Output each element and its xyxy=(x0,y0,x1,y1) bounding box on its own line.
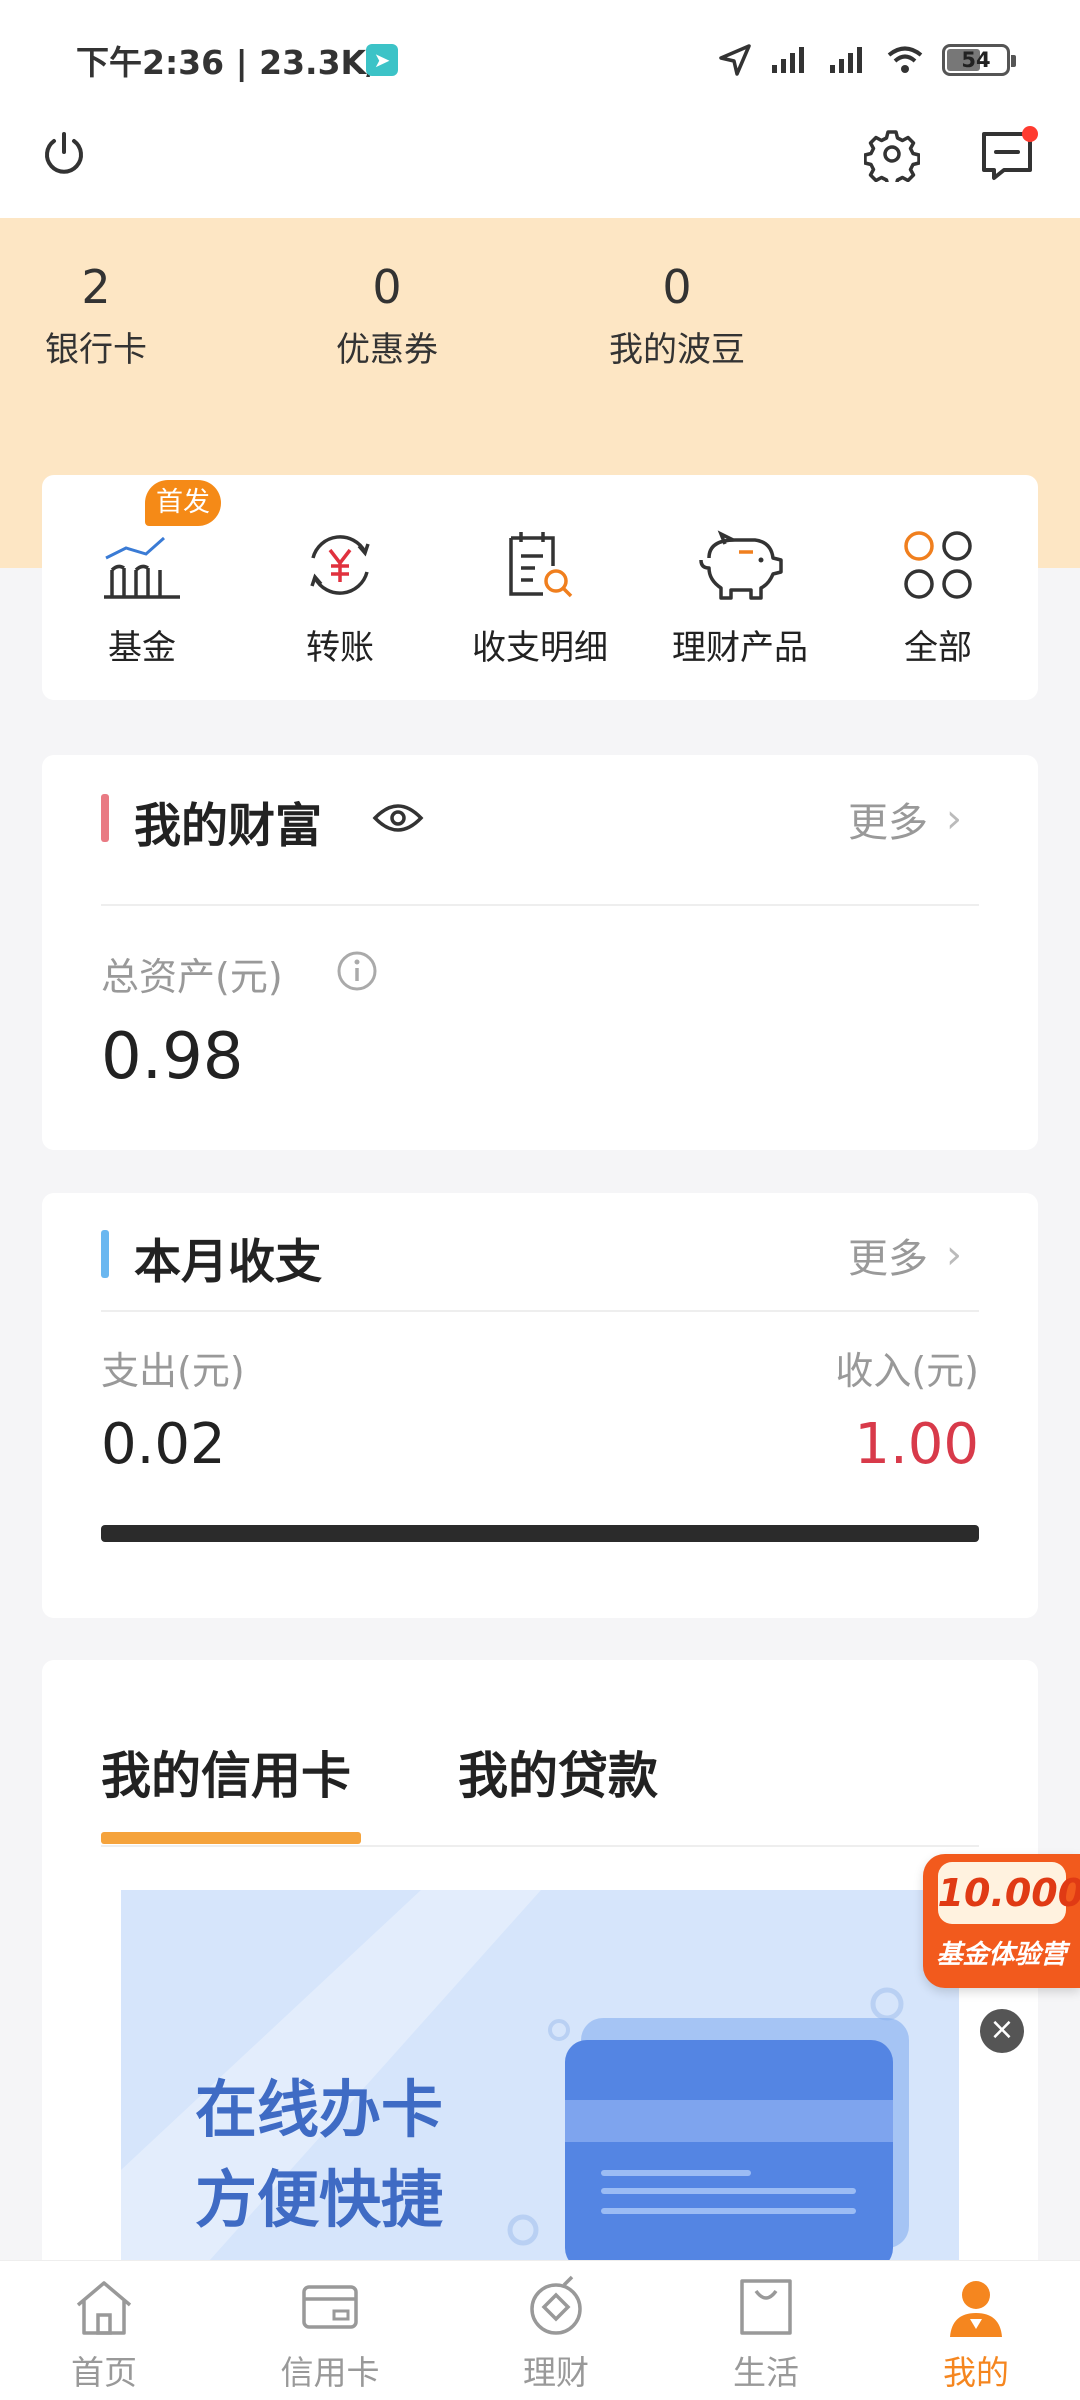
promo-amount: 10.000 xyxy=(937,1862,1080,1924)
quick-wealth-products[interactable]: 理财产品 xyxy=(650,520,830,669)
signal-icon-2 xyxy=(830,47,862,73)
stat-value: 0 xyxy=(372,260,402,314)
income-label: 收入(元) xyxy=(835,1349,979,1393)
stat-label: 我的波豆 xyxy=(609,330,745,370)
stat-coupons[interactable]: 0 优惠券 xyxy=(302,260,472,371)
divider xyxy=(101,1310,979,1312)
transfer-yuan-icon xyxy=(310,535,370,595)
nav-mine[interactable]: 我的 xyxy=(886,2272,1066,2394)
expense-value: 0.02 xyxy=(101,1412,226,1477)
fund-camp-promo[interactable]: 10.000 基金体验营 xyxy=(923,1854,1080,1988)
nav-label: 信用卡 xyxy=(280,2353,380,2392)
quick-label: 转账 xyxy=(306,628,374,668)
gear-icon[interactable] xyxy=(864,126,920,182)
nav-label: 首页 xyxy=(71,2353,137,2392)
quick-label: 全部 xyxy=(904,628,972,668)
shopping-bag-icon xyxy=(740,2279,792,2335)
nav-wealth[interactable]: 理财 xyxy=(466,2272,646,2394)
info-icon[interactable] xyxy=(336,950,378,992)
quick-label: 理财产品 xyxy=(672,628,808,668)
quick-transfer[interactable]: 转账 xyxy=(250,520,430,669)
signal-icon xyxy=(772,47,804,73)
nav-life[interactable]: 生活 xyxy=(676,2272,856,2394)
battery-level: 54 xyxy=(961,48,991,72)
banner-line-1: 在线办卡 xyxy=(195,2073,444,2146)
more-label: 更多 xyxy=(848,1236,928,1282)
nav-label: 我的 xyxy=(943,2353,1009,2392)
profile-icon xyxy=(950,2281,1002,2337)
quick-statement[interactable]: 收支明细 xyxy=(450,520,630,669)
total-assets-label: 总资产(元) xyxy=(101,955,283,999)
stat-value: 2 xyxy=(81,260,111,314)
quick-all[interactable]: 全部 xyxy=(848,520,1028,669)
income-value: 1.00 xyxy=(854,1412,979,1477)
location-arrow-icon xyxy=(719,44,751,76)
quick-label: 基金 xyxy=(108,628,176,668)
monthly-title: 本月收支 xyxy=(134,1235,322,1290)
expense-label: 支出(元) xyxy=(101,1349,245,1393)
promo-label: 基金体验营 xyxy=(936,1940,1067,1970)
income-expense-bar xyxy=(101,1525,979,1542)
banner-line-2: 方便快捷 xyxy=(195,2163,444,2236)
battery-icon: 54 xyxy=(942,44,1016,76)
close-promo-icon[interactable]: × xyxy=(980,2009,1024,2053)
active-tab-indicator xyxy=(101,1832,361,1844)
section-accent-bar xyxy=(101,1230,109,1278)
quick-fund[interactable]: 基金 xyxy=(52,520,232,669)
quick-label: 收支明细 xyxy=(472,628,608,668)
nav-home[interactable]: 首页 xyxy=(14,2272,194,2394)
stat-label: 优惠券 xyxy=(336,330,438,370)
piggy-bank-icon xyxy=(699,530,783,600)
chevron-right-icon: › xyxy=(946,1232,962,1278)
power-icon[interactable] xyxy=(36,126,92,182)
fund-chart-icon xyxy=(104,536,180,599)
statement-search-icon xyxy=(509,532,573,598)
eye-icon[interactable] xyxy=(372,798,424,838)
first-release-badge: 首发 xyxy=(145,480,221,526)
stat-label: 银行卡 xyxy=(45,330,147,370)
nav-credit-card[interactable]: 信用卡 xyxy=(240,2272,420,2394)
tab-my-credit-card[interactable]: 我的信用卡 xyxy=(101,1736,351,1808)
wealth-more-link[interactable]: 更多 › xyxy=(848,790,962,848)
nav-label: 理财 xyxy=(523,2353,589,2392)
home-icon xyxy=(76,2281,132,2335)
stat-bank-cards[interactable]: 2 银行卡 xyxy=(11,260,181,371)
stat-value: 0 xyxy=(662,260,692,314)
status-time-speed: 下午2:36 | 23.3K/s xyxy=(76,43,398,82)
chevron-right-icon: › xyxy=(946,796,962,842)
banner-text: 在线办卡 方便快捷 xyxy=(195,2065,443,2245)
wealth-title: 我的财富 xyxy=(134,799,322,854)
tab-my-loans[interactable]: 我的贷款 xyxy=(458,1736,658,1808)
divider xyxy=(101,1845,979,1847)
section-accent-bar xyxy=(101,794,109,842)
monthly-more-link[interactable]: 更多 › xyxy=(848,1226,962,1284)
wealth-icon xyxy=(530,2275,582,2335)
credit-card-icon xyxy=(302,2285,358,2329)
wifi-icon xyxy=(887,46,923,73)
total-assets-value: 0.98 xyxy=(101,1020,244,1094)
stat-bodou[interactable]: 0 我的波豆 xyxy=(592,260,762,371)
more-label: 更多 xyxy=(848,800,928,846)
message-icon[interactable] xyxy=(978,124,1042,188)
paper-plane-icon: ➤ xyxy=(366,44,398,76)
divider xyxy=(101,904,979,906)
status-icons: 54 xyxy=(718,40,1016,80)
all-grid-icon xyxy=(904,531,972,599)
nav-label: 生活 xyxy=(733,2353,799,2392)
